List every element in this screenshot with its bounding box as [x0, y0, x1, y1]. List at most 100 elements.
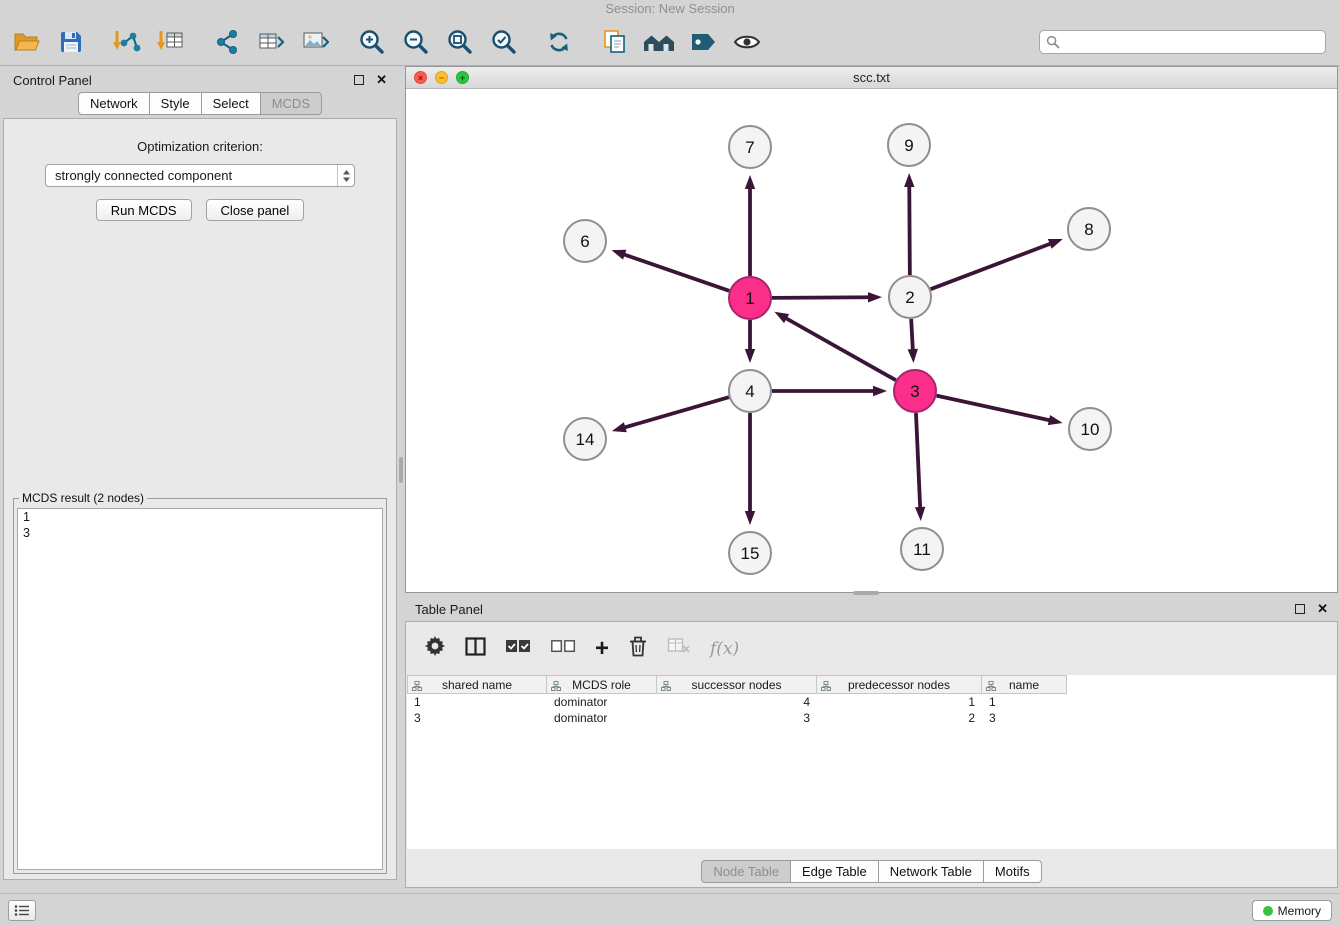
graph-node-7[interactable]: 7 — [729, 126, 771, 168]
minimize-window-icon[interactable]: − — [435, 71, 448, 84]
graph-node-label: 7 — [745, 138, 754, 157]
save-session-button[interactable] — [54, 25, 88, 59]
zoom-in-button[interactable] — [354, 25, 388, 59]
cell-name[interactable]: 1 — [982, 694, 1067, 710]
graph-node-10[interactable]: 10 — [1069, 408, 1111, 450]
close-panel-icon[interactable]: ✕ — [376, 75, 387, 85]
network-graph[interactable]: 7 9 6 8 1 2 4 3 14 10 15 11 — [406, 89, 1337, 592]
vertical-splitter-handle[interactable] — [399, 457, 403, 483]
graph-node-9[interactable]: 9 — [888, 124, 930, 166]
graph-edge-4-15[interactable] — [745, 413, 755, 525]
search-input[interactable] — [1060, 33, 1319, 51]
tab-mcds[interactable]: MCDS — [260, 92, 322, 115]
zoom-window-icon[interactable]: + — [456, 71, 469, 84]
cell-shared-name[interactable]: 3 — [407, 710, 547, 726]
graph-node-2[interactable]: 2 — [889, 276, 931, 318]
graph-node-8[interactable]: 8 — [1068, 208, 1110, 250]
cell-shared-name[interactable]: 1 — [407, 694, 547, 710]
copy-style-button[interactable] — [598, 25, 632, 59]
trash-icon — [628, 635, 648, 657]
memory-label: Memory — [1278, 904, 1321, 918]
graph-node-6[interactable]: 6 — [564, 220, 606, 262]
cell-predecessor-nodes[interactable]: 1 — [817, 694, 982, 710]
close-window-icon[interactable]: × — [414, 71, 427, 84]
cell-successor-nodes[interactable]: 3 — [657, 710, 817, 726]
column-header-successor-nodes[interactable]: successor nodes — [657, 675, 817, 694]
tab-motifs[interactable]: Motifs — [983, 860, 1042, 883]
zoom-fit-button[interactable] — [442, 25, 476, 59]
new-table-button[interactable] — [254, 25, 288, 59]
new-network-button[interactable] — [210, 25, 244, 59]
network-window-titlebar[interactable]: × − + scc.txt — [406, 67, 1337, 89]
graph-edge-1-2[interactable] — [772, 292, 882, 302]
graph-edge-2-8[interactable] — [931, 239, 1063, 289]
tab-edge-table[interactable]: Edge Table — [790, 860, 879, 883]
graph-edge-1-7[interactable] — [745, 175, 755, 276]
graph-edge-2-9[interactable] — [904, 173, 914, 275]
float-table-panel-button[interactable] — [1295, 604, 1305, 614]
column-header-predecessor-nodes[interactable]: predecessor nodes — [817, 675, 982, 694]
select-all-button[interactable] — [505, 638, 531, 659]
graph-node-11[interactable]: 11 — [901, 528, 943, 570]
deselect-all-button[interactable] — [550, 638, 576, 659]
delete-column-button[interactable] — [628, 635, 648, 662]
graph-edge-1-6[interactable] — [611, 250, 729, 291]
zoom-selected-button[interactable] — [486, 25, 520, 59]
horizontal-splitter-handle[interactable] — [853, 591, 879, 595]
import-network-file-button[interactable] — [110, 25, 144, 59]
list-item[interactable]: 3 — [18, 525, 382, 541]
network-canvas[interactable]: 7 9 6 8 1 2 4 3 14 10 15 11 — [406, 89, 1337, 592]
eye-icon — [732, 31, 762, 53]
criterion-select[interactable]: strongly connected component — [45, 164, 355, 187]
add-column-button[interactable]: + — [595, 639, 609, 659]
task-history-button[interactable] — [8, 900, 36, 921]
column-header-mcds-role[interactable]: MCDS role — [547, 675, 657, 694]
table-panel: Table Panel ✕ — [405, 597, 1338, 888]
cell-mcds-role[interactable]: dominator — [547, 710, 657, 726]
main-toolbar — [0, 18, 1340, 66]
graph-edge-1-4[interactable] — [745, 320, 755, 363]
cell-mcds-role[interactable]: dominator — [547, 694, 657, 710]
graph-node-15[interactable]: 15 — [729, 532, 771, 574]
show-columns-button[interactable] — [465, 637, 486, 661]
graph-edge-4-3[interactable] — [772, 386, 887, 396]
table-options-button[interactable] — [424, 635, 446, 662]
delete-table-button — [667, 637, 691, 660]
tab-style[interactable]: Style — [149, 92, 202, 115]
graph-edge-4-14[interactable] — [612, 397, 729, 432]
show-graphics-details-button[interactable] — [730, 25, 764, 59]
float-panel-button[interactable] — [354, 75, 364, 85]
graph-edge-3-10[interactable] — [936, 396, 1062, 426]
zoom-out-button[interactable] — [398, 25, 432, 59]
graph-edge-2-3[interactable] — [908, 319, 918, 363]
graph-edge-3-1[interactable] — [774, 312, 895, 380]
column-header-shared-name[interactable]: shared name — [407, 675, 547, 694]
open-session-button[interactable] — [10, 25, 44, 59]
export-image-button[interactable] — [298, 25, 332, 59]
memory-button[interactable]: Memory — [1252, 900, 1332, 921]
cell-name[interactable]: 3 — [982, 710, 1067, 726]
tab-node-table[interactable]: Node Table — [701, 860, 791, 883]
run-mcds-button[interactable]: Run MCDS — [96, 199, 192, 221]
graph-node-1[interactable]: 1 — [729, 277, 771, 319]
list-item[interactable]: 1 — [18, 509, 382, 525]
graph-node-4[interactable]: 4 — [729, 370, 771, 412]
graph-edge-3-11[interactable] — [915, 413, 925, 521]
close-panel-button[interactable]: Close panel — [206, 199, 305, 221]
graph-node-14[interactable]: 14 — [564, 418, 606, 460]
cell-successor-nodes[interactable]: 4 — [657, 694, 817, 710]
style-button[interactable] — [686, 25, 720, 59]
column-header-name[interactable]: name — [982, 675, 1067, 694]
status-bar: Memory — [0, 893, 1340, 926]
cell-predecessor-nodes[interactable]: 2 — [817, 710, 982, 726]
gear-icon — [424, 635, 446, 657]
apply-layout-button[interactable] — [542, 25, 576, 59]
graph-node-3[interactable]: 3 — [894, 370, 936, 412]
first-neighbors-button[interactable] — [642, 25, 676, 59]
tab-network[interactable]: Network — [78, 92, 150, 115]
houses-icon — [643, 30, 675, 54]
tab-select[interactable]: Select — [201, 92, 261, 115]
tab-network-table[interactable]: Network Table — [878, 860, 984, 883]
import-table-file-button[interactable] — [154, 25, 188, 59]
close-table-panel-icon[interactable]: ✕ — [1317, 604, 1328, 614]
